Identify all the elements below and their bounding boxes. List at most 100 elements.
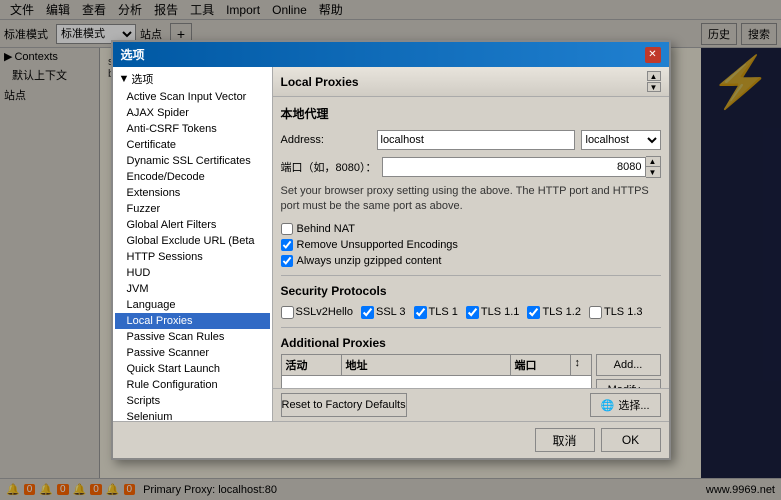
behind-nat-label: Behind NAT	[297, 223, 356, 235]
cancel-button[interactable]: 取消	[535, 428, 595, 452]
unzip-gzip-checkbox[interactable]	[281, 255, 293, 267]
proxy-action-buttons: Add... Modify... 删除 启用所有 禁止所有	[596, 354, 661, 388]
tree-item-fuzzer[interactable]: Fuzzer	[115, 201, 270, 217]
proto-tls12-checkbox[interactable]	[527, 306, 540, 319]
add-proxy-button[interactable]: Add...	[596, 354, 661, 376]
reset-defaults-button[interactable]: Reset to Factory Defaults	[281, 393, 407, 417]
remove-encodings-checkbox[interactable]	[281, 239, 293, 251]
proto-tls1-label: TLS 1	[429, 306, 458, 318]
options-dialog: 选项 ✕ ▼ 选项 Active Scan Input Vector AJAX …	[111, 40, 671, 460]
proto-sslv2hello: SSLv2Hello	[281, 306, 353, 319]
proto-tls12: TLS 1.2	[527, 306, 581, 319]
tree-item-extensions[interactable]: Extensions	[115, 185, 270, 201]
address-label: Address:	[281, 134, 371, 146]
behind-nat-checkbox[interactable]	[281, 223, 293, 235]
proto-tls11-label: TLS 1.1	[481, 306, 520, 318]
port-spinner: ▲ ▼	[646, 156, 661, 178]
address-row: Address: localhost	[281, 130, 661, 150]
proto-sslv2hello-checkbox[interactable]	[281, 306, 294, 319]
security-protocols-title: Security Protocols	[281, 284, 661, 298]
dialog-close-button[interactable]: ✕	[645, 47, 661, 63]
address-input[interactable]	[377, 130, 575, 150]
tree-item-rule-config[interactable]: Rule Configuration	[115, 377, 270, 393]
proxy-table-body	[282, 376, 591, 388]
proxy-sort-icon: ↕	[575, 357, 581, 369]
tree-item-dynamic-ssl[interactable]: Dynamic SSL Certificates	[115, 153, 270, 169]
tree-item-passive-scanner[interactable]: Passive Scanner	[115, 345, 270, 361]
proto-ssl3-checkbox[interactable]	[361, 306, 374, 319]
select-button[interactable]: 🌐 选择...	[590, 393, 661, 417]
tree-item-quick-start[interactable]: Quick Start Launch	[115, 361, 270, 377]
tree-item-encode-decode[interactable]: Encode/Decode	[115, 169, 270, 185]
dialog-footer: 取消 OK	[113, 421, 669, 458]
tree-item-scripts[interactable]: Scripts	[115, 393, 270, 409]
tree-item-ajax-spider[interactable]: AJAX Spider	[115, 105, 270, 121]
modal-bottom-bar: Reset to Factory Defaults 🌐 选择...	[273, 388, 669, 421]
proto-tls1: TLS 1	[414, 306, 458, 319]
tree-item-certificate[interactable]: Certificate	[115, 137, 270, 153]
dialog-title: 选项	[121, 46, 145, 63]
divider-2	[281, 327, 661, 328]
scroll-down-button[interactable]: ▼	[647, 82, 661, 92]
tree-item-hud[interactable]: HUD	[115, 265, 270, 281]
remove-encodings-row: Remove Unsupported Encodings	[281, 239, 661, 251]
port-input-container: ▲ ▼	[382, 156, 660, 178]
tree-item-passive-scan-rules[interactable]: Passive Scan Rules	[115, 329, 270, 345]
divider-1	[281, 275, 661, 276]
options-panel: Local Proxies ▲ ▼ 本地代理 Address:	[273, 67, 669, 421]
proto-tls13: TLS 1.3	[589, 306, 643, 319]
tree-item-selenium[interactable]: Selenium	[115, 409, 270, 421]
proto-tls12-label: TLS 1.2	[542, 306, 581, 318]
tree-item-global-alert-filters[interactable]: Global Alert Filters	[115, 217, 270, 233]
proto-tls11: TLS 1.1	[466, 306, 520, 319]
additional-proxies-title: Additional Proxies	[281, 336, 661, 350]
dialog-body: ▼ 选项 Active Scan Input Vector AJAX Spide…	[113, 67, 669, 421]
proto-tls1-checkbox[interactable]	[414, 306, 427, 319]
behind-nat-row: Behind NAT	[281, 223, 661, 235]
proto-sslv2hello-label: SSLv2Hello	[296, 306, 353, 318]
proto-ssl3-label: SSL 3	[376, 306, 406, 318]
tree-item-jvm[interactable]: JVM	[115, 281, 270, 297]
unzip-gzip-label: Always unzip gzipped content	[297, 255, 442, 267]
local-proxies-title: 本地代理	[281, 105, 661, 122]
modify-proxy-button[interactable]: Modify...	[596, 379, 661, 388]
port-decrement-button[interactable]: ▼	[646, 167, 660, 177]
address-dropdown[interactable]: localhost	[581, 130, 661, 150]
port-input[interactable]	[382, 157, 645, 177]
proxy-col-extra: ↕	[571, 355, 591, 375]
remove-encodings-label: Remove Unsupported Encodings	[297, 239, 458, 251]
proto-tls11-checkbox[interactable]	[466, 306, 479, 319]
help-text: Set your browser proxy setting using the…	[281, 184, 661, 215]
port-increment-button[interactable]: ▲	[646, 157, 660, 167]
app-background: 文件 编辑 查看 分析 报告 工具 Import Online 帮助 标准模式 …	[0, 0, 781, 500]
panel-body: 本地代理 Address: localhost 端口（如，8080）：	[273, 97, 669, 388]
proxy-col-address: 地址	[342, 355, 511, 375]
proxy-col-port: 端口	[511, 355, 571, 375]
proto-tls13-label: TLS 1.3	[604, 306, 643, 318]
ok-button[interactable]: OK	[601, 428, 661, 452]
tree-item-active-scan[interactable]: Active Scan Input Vector	[115, 89, 270, 105]
security-protocols-row: SSLv2Hello SSL 3 TLS 1	[281, 306, 661, 319]
port-row: 端口（如，8080）： ▲ ▼	[281, 156, 661, 178]
additional-proxies-container: 活动 地址 端口 ↕ Add...	[281, 354, 661, 388]
tree-item-global-exclude-url[interactable]: Global Exclude URL (Beta	[115, 233, 270, 249]
proxy-table-header: 活动 地址 端口 ↕	[282, 355, 591, 376]
unzip-gzip-row: Always unzip gzipped content	[281, 255, 661, 267]
port-label: 端口（如，8080）：	[281, 159, 377, 175]
panel-header: Local Proxies ▲ ▼	[273, 67, 669, 97]
tree-item-http-sessions[interactable]: HTTP Sessions	[115, 249, 270, 265]
tree-root-options[interactable]: ▼ 选项	[115, 69, 270, 89]
proxy-table: 活动 地址 端口 ↕	[281, 354, 592, 388]
panel-header-title: Local Proxies	[281, 75, 359, 89]
tree-item-local-proxies[interactable]: Local Proxies	[115, 313, 270, 329]
scroll-up-button[interactable]: ▲	[647, 71, 661, 81]
dialog-titlebar: 选项 ✕	[113, 42, 669, 67]
panel-scroll-controls: ▲ ▼	[647, 71, 661, 92]
proto-tls13-checkbox[interactable]	[589, 306, 602, 319]
modal-overlay: 选项 ✕ ▼ 选项 Active Scan Input Vector AJAX …	[0, 0, 781, 500]
tree-collapse-icon: ▼	[119, 73, 130, 85]
proxy-col-active: 活动	[282, 355, 342, 375]
tree-item-anti-csrf[interactable]: Anti-CSRF Tokens	[115, 121, 270, 137]
options-tree: ▼ 选项 Active Scan Input Vector AJAX Spide…	[113, 67, 273, 421]
tree-item-language[interactable]: Language	[115, 297, 270, 313]
